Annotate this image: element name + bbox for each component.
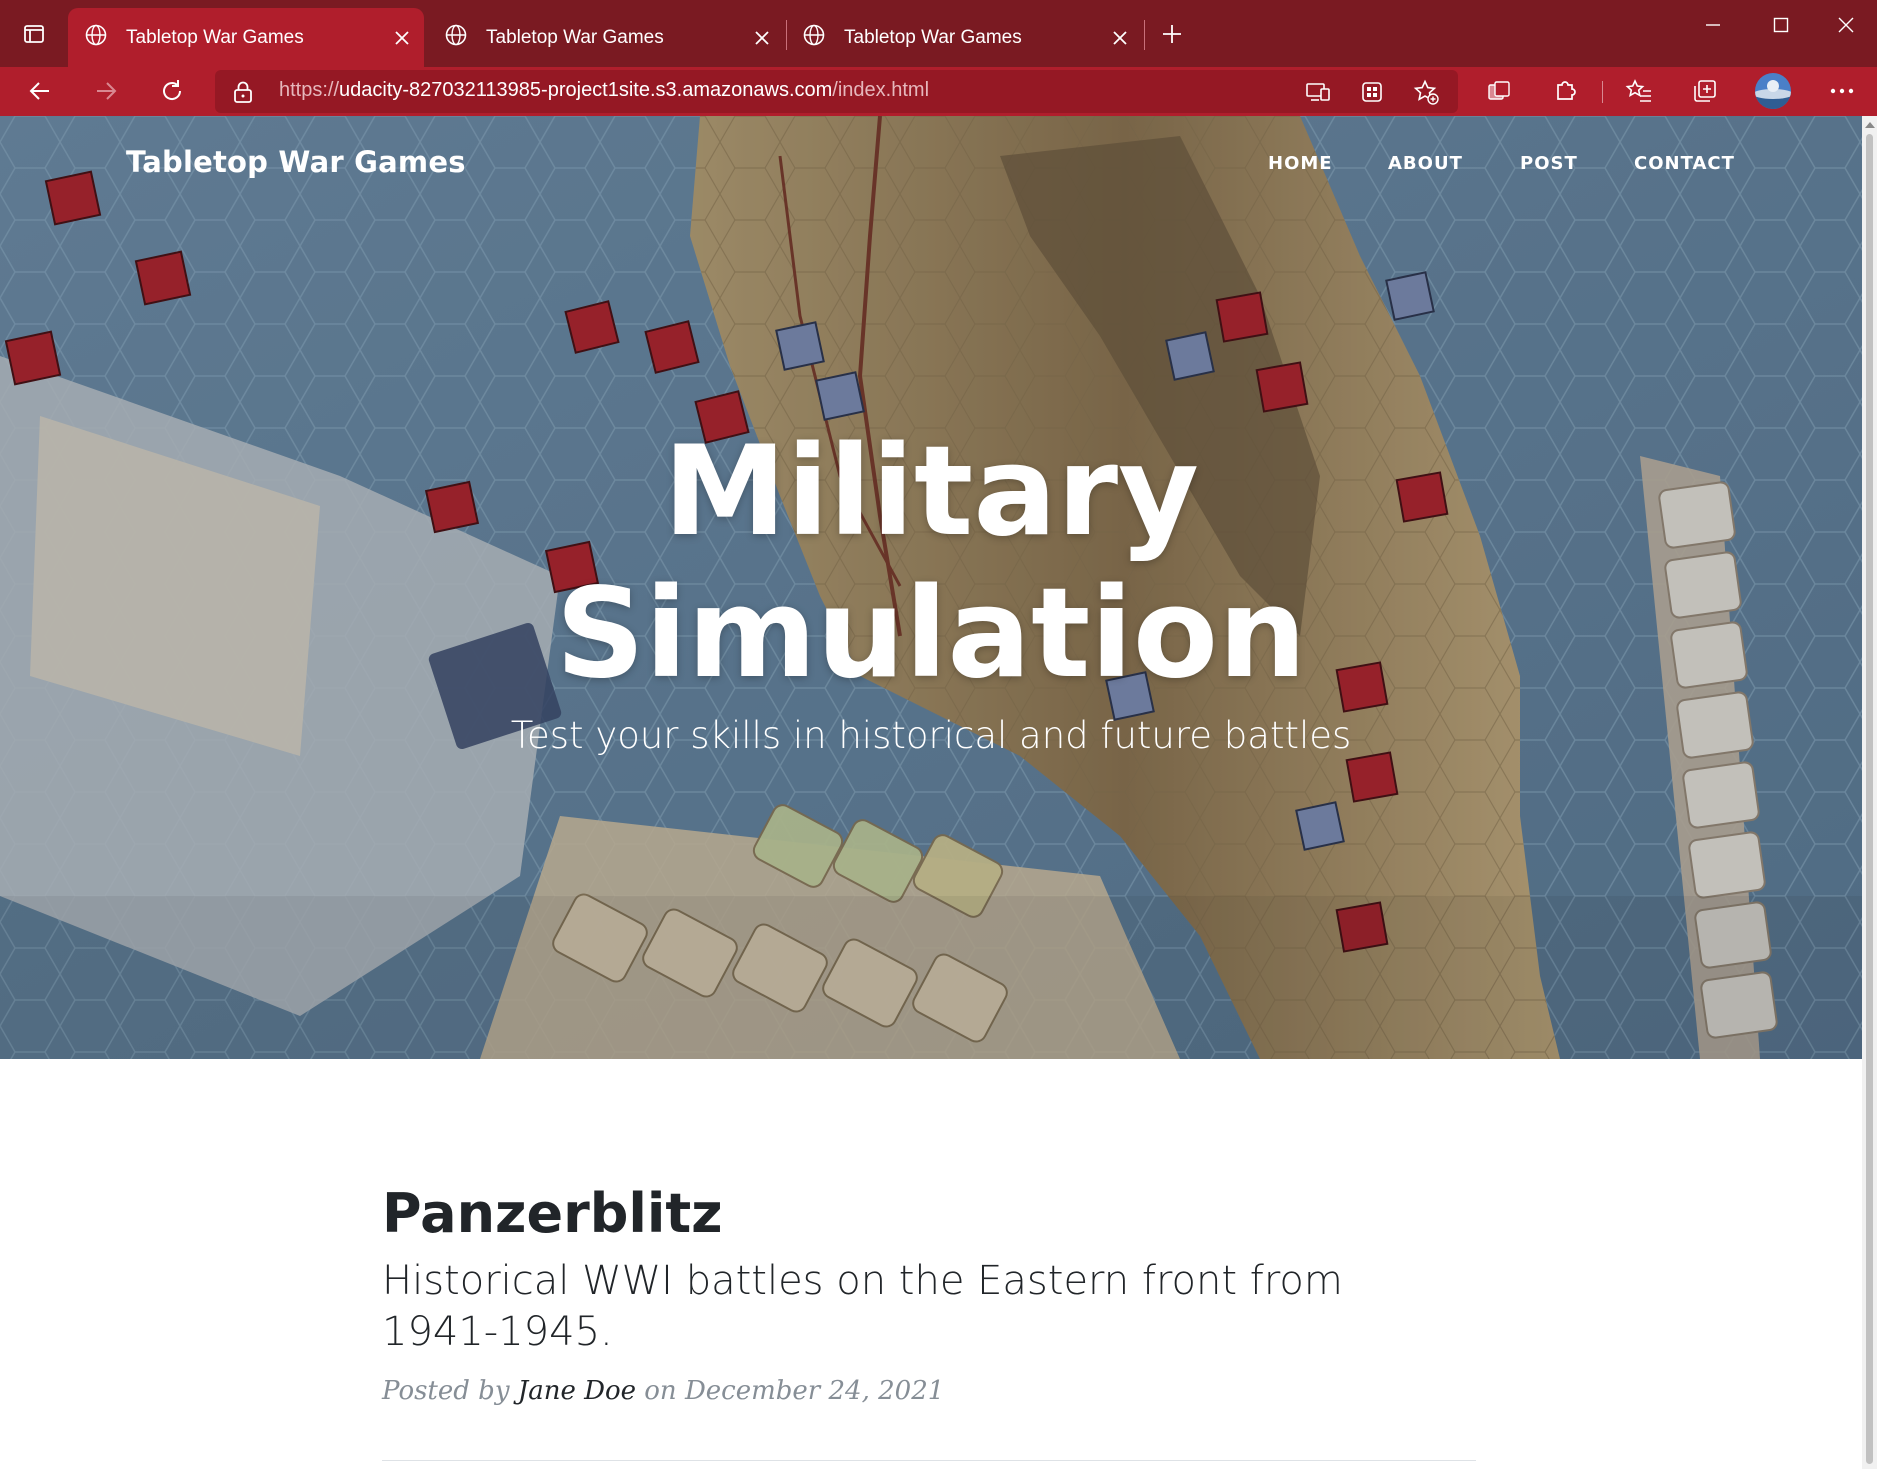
maximize-icon[interactable] bbox=[1747, 0, 1815, 50]
close-icon[interactable] bbox=[744, 20, 780, 56]
profile-avatar[interactable] bbox=[1751, 71, 1795, 111]
post-author-link[interactable]: Jane Doe bbox=[518, 1376, 636, 1406]
url-path: /index.html bbox=[832, 79, 930, 101]
url-domain: udacity-827032113985-project1site.s3.ama… bbox=[339, 79, 833, 101]
tab-actions-icon[interactable] bbox=[12, 14, 56, 54]
more-icon[interactable] bbox=[1820, 71, 1864, 111]
tab-2[interactable]: Tabletop War Games bbox=[428, 8, 784, 67]
globe-icon bbox=[84, 23, 108, 53]
post-meta-prefix: Posted by bbox=[382, 1376, 510, 1406]
tab-bar: Tabletop War Games Tabletop War Games Ta… bbox=[0, 0, 1877, 67]
post-subtitle[interactable]: Historical WWI battles on the Eastern fr… bbox=[382, 1256, 1442, 1358]
masthead: Tabletop War Games HOME ABOUT POST CONTA… bbox=[0, 116, 1862, 1059]
back-icon[interactable] bbox=[18, 71, 62, 111]
vertical-scrollbar[interactable] bbox=[1862, 116, 1877, 1469]
tab-3[interactable]: Tabletop War Games bbox=[786, 8, 1142, 67]
refresh-icon[interactable] bbox=[150, 71, 194, 111]
immersive-reader-icon[interactable] bbox=[1356, 77, 1388, 107]
toolbar-divider bbox=[1602, 81, 1603, 103]
close-icon[interactable] bbox=[1102, 20, 1138, 56]
nav-contact[interactable]: CONTACT bbox=[1634, 153, 1735, 174]
tab-title: Tabletop War Games bbox=[126, 26, 304, 48]
tab-1[interactable]: Tabletop War Games bbox=[68, 8, 424, 67]
hero-subheading: Test your skills in historical and futur… bbox=[510, 714, 1352, 757]
forward-icon[interactable] bbox=[84, 71, 128, 111]
add-favorite-icon[interactable] bbox=[1410, 77, 1442, 107]
lock-icon[interactable] bbox=[231, 79, 255, 105]
post-date: December 24, 2021 bbox=[684, 1376, 945, 1406]
extensions-icon[interactable] bbox=[1544, 71, 1588, 111]
sidebar-icon[interactable] bbox=[1478, 71, 1522, 111]
post-title[interactable]: Panzerblitz bbox=[382, 1182, 723, 1245]
tab-separator bbox=[1144, 20, 1145, 50]
close-icon[interactable] bbox=[384, 20, 420, 56]
hero-heading-line2: Simulation bbox=[555, 562, 1307, 706]
site-brand[interactable]: Tabletop War Games bbox=[126, 145, 466, 179]
nav-home[interactable]: HOME bbox=[1268, 153, 1333, 174]
nav-post[interactable]: POST bbox=[1520, 153, 1578, 174]
favorites-icon[interactable] bbox=[1617, 71, 1661, 111]
scroll-up-arrow[interactable] bbox=[1865, 122, 1875, 128]
tab-title: Tabletop War Games bbox=[486, 26, 664, 48]
scrollbar-thumb[interactable] bbox=[1866, 134, 1873, 1464]
post-divider bbox=[382, 1460, 1476, 1461]
address-url[interactable]: https://udacity-827032113985-project1sit… bbox=[279, 79, 929, 102]
collections-icon[interactable] bbox=[1683, 71, 1727, 111]
app-available-icon[interactable] bbox=[1302, 77, 1334, 107]
window-close-icon[interactable] bbox=[1815, 0, 1877, 50]
page-viewport: Tabletop War Games HOME ABOUT POST CONTA… bbox=[0, 116, 1862, 1469]
globe-icon bbox=[444, 23, 468, 53]
post-meta: Posted by Jane Doe on December 24, 2021 bbox=[382, 1376, 944, 1406]
plus-icon[interactable] bbox=[1154, 14, 1190, 54]
hero-heading-line1: Military bbox=[663, 420, 1199, 564]
post-meta-on: on bbox=[644, 1376, 677, 1406]
tab-title: Tabletop War Games bbox=[844, 26, 1022, 48]
address-bar[interactable]: https://udacity-827032113985-project1sit… bbox=[215, 70, 1458, 113]
browser-toolbar: https://udacity-827032113985-project1sit… bbox=[0, 67, 1877, 116]
url-scheme: https:// bbox=[279, 79, 340, 101]
globe-icon bbox=[802, 23, 826, 53]
hero-heading: Military Simulation bbox=[0, 421, 1862, 705]
minimize-icon[interactable] bbox=[1679, 0, 1747, 50]
nav-about[interactable]: ABOUT bbox=[1388, 153, 1463, 174]
